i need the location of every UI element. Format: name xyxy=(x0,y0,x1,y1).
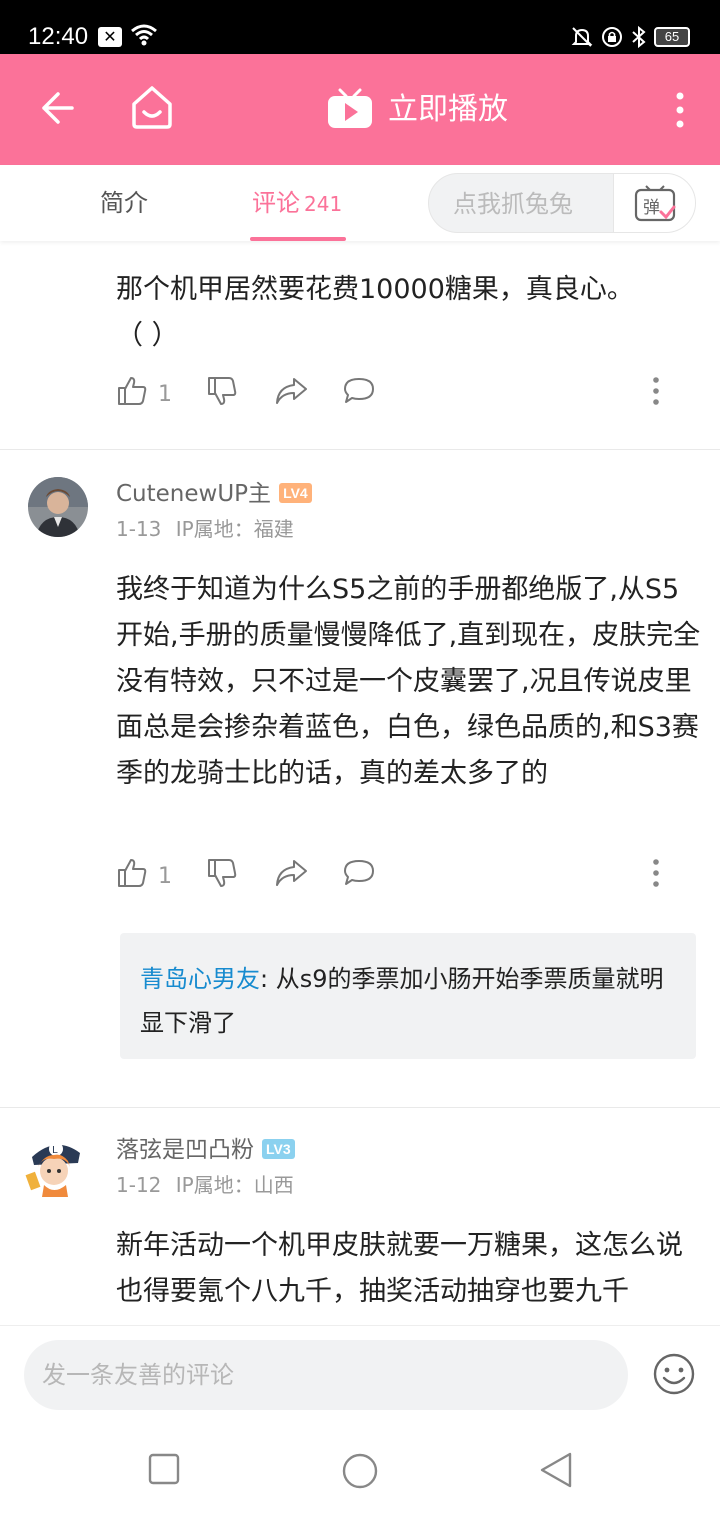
notification-x-icon: ✕ xyxy=(98,27,122,47)
back-nav-icon[interactable] xyxy=(538,1451,574,1489)
tab-comments[interactable]: 评论 241 xyxy=(252,187,342,220)
status-icons: 65 xyxy=(570,24,690,50)
recents-icon[interactable] xyxy=(148,1453,180,1485)
app-bar: 立即播放 xyxy=(0,54,720,165)
avatar-image xyxy=(28,477,88,537)
system-nav-bar xyxy=(0,1425,720,1520)
status-bar: 12:40 ✕ 65 xyxy=(0,0,720,54)
dislike-icon[interactable] xyxy=(206,375,238,407)
comment-actions: 1 xyxy=(116,857,676,897)
like-icon[interactable] xyxy=(116,857,148,889)
comment-more-icon[interactable] xyxy=(650,375,662,407)
danmaku-input[interactable]: 点我抓兔兔 弹 xyxy=(428,173,696,233)
reply-username[interactable]: 青岛心男友 xyxy=(140,965,260,993)
share-icon[interactable] xyxy=(274,857,308,889)
tv-play-icon[interactable] xyxy=(326,88,374,130)
level-badge: LV4 xyxy=(279,483,312,503)
more-vertical-icon[interactable] xyxy=(672,90,688,130)
battery-icon: 65 xyxy=(654,27,690,47)
danmaku-toggle-icon: 弹 xyxy=(634,185,676,222)
username[interactable]: CutenewUP主 LV4 xyxy=(116,479,312,509)
comment-input-bar xyxy=(0,1325,720,1425)
comment-meta: 1-12 IP属地：山西 xyxy=(116,1171,294,1199)
comment-text: 那个机甲居然要花费10000糖果，真良心。 （ ） xyxy=(116,274,634,351)
divider xyxy=(0,1107,720,1108)
share-icon[interactable] xyxy=(274,375,308,407)
level-badge: LV3 xyxy=(262,1139,295,1159)
divider xyxy=(0,449,720,450)
wifi-icon xyxy=(131,24,157,46)
avatar[interactable]: L xyxy=(22,1131,90,1199)
back-arrow-icon[interactable] xyxy=(36,88,76,128)
svg-text:L: L xyxy=(52,1145,58,1156)
bluetooth-icon xyxy=(632,25,646,49)
avatar[interactable] xyxy=(28,477,88,537)
emoji-icon[interactable] xyxy=(652,1352,696,1396)
tab-bar: 简介 评论 241 点我抓兔兔 弹 xyxy=(0,165,720,241)
lock-rotation-icon xyxy=(602,27,622,47)
danmaku-placeholder: 点我抓兔兔 xyxy=(453,190,573,218)
comment-text: 我终于知道为什么S5之前的手册都绝版了,从S5开始,手册的质量慢慢降低了,直到现… xyxy=(116,574,701,789)
comment-list[interactable]: 那个机甲居然要花费10000糖果，真良心。 （ ） 1 CutenewUP主 L… xyxy=(0,241,720,1325)
like-count: 1 xyxy=(158,382,172,407)
reply-icon[interactable] xyxy=(342,857,376,889)
comment-meta: 1-13 IP属地：福建 xyxy=(116,515,294,543)
reply-icon[interactable] xyxy=(342,375,376,407)
comment-text: 新年活动一个机甲皮肤就要一万糖果，这怎么说也得要氪个八九千，抽奖活动抽穿也要九千 xyxy=(116,1230,683,1307)
home-nav-icon[interactable] xyxy=(341,1452,379,1490)
like-count: 1 xyxy=(158,864,172,889)
tab-intro[interactable]: 简介 xyxy=(100,187,148,219)
like-icon[interactable] xyxy=(116,375,148,407)
tab-comments-label: 评论 xyxy=(252,189,300,217)
danmaku-toggle-button[interactable]: 弹 xyxy=(613,174,695,232)
svg-text:弹: 弹 xyxy=(643,198,660,218)
comment-date: 1-13 xyxy=(116,517,162,541)
home-icon[interactable] xyxy=(130,84,174,130)
reply-preview[interactable]: 青岛心男友: 从s9的季票加小肠开始季票质量就明显下滑了 xyxy=(120,933,696,1059)
comment-date: 1-12 xyxy=(116,1173,162,1197)
mute-bell-icon xyxy=(571,27,593,47)
comment-more-icon[interactable] xyxy=(650,857,662,889)
avatar-image: L xyxy=(22,1131,90,1199)
comment-ip: IP属地：福建 xyxy=(175,517,294,541)
clock: 12:40 xyxy=(28,23,89,50)
comment-input[interactable] xyxy=(24,1340,628,1410)
play-now-title[interactable]: 立即播放 xyxy=(388,90,508,130)
comment-ip: IP属地：山西 xyxy=(175,1173,294,1197)
comment-actions: 1 xyxy=(116,375,676,415)
username[interactable]: 落弦是凹凸粉 LV3 xyxy=(116,1135,295,1165)
comment-count: 241 xyxy=(304,192,343,216)
dislike-icon[interactable] xyxy=(206,857,238,889)
